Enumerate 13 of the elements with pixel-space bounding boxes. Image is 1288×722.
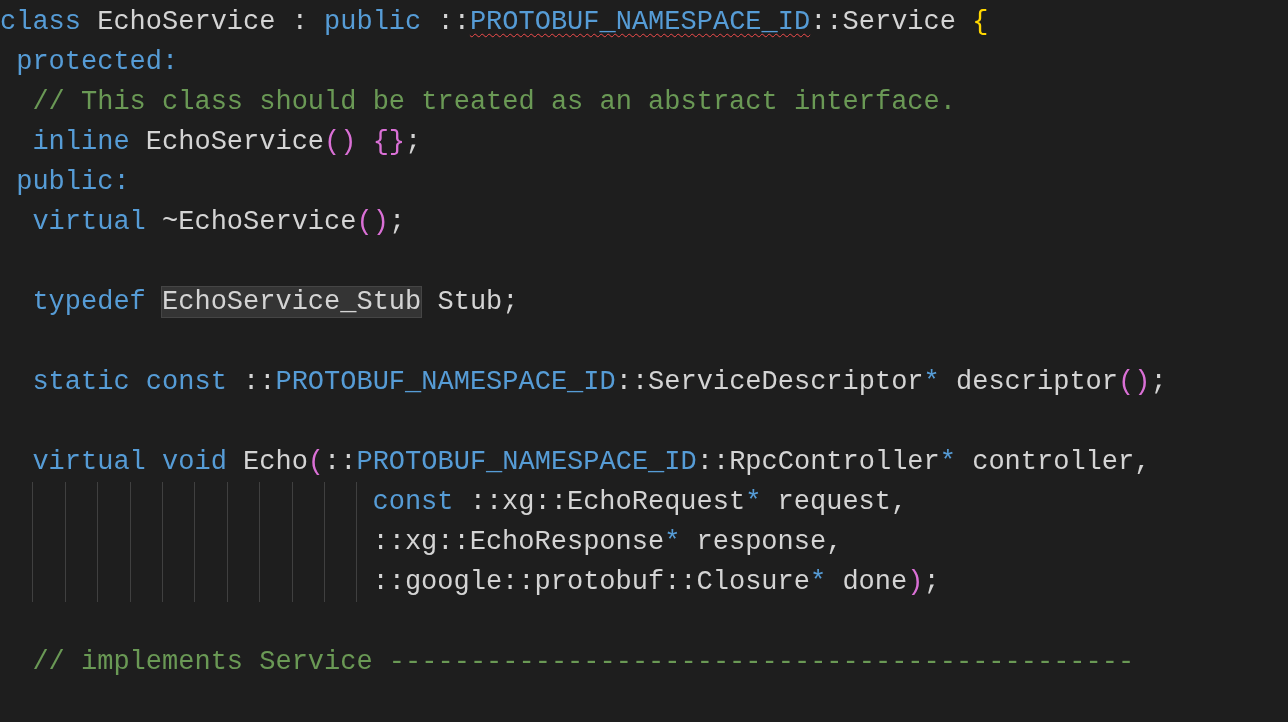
code-line: // implements Service ----------------------------------------------	[31, 646, 1135, 679]
code-line: typedef EchoService_Stub Stub;	[31, 286, 519, 319]
code-line: class EchoService : public ::PROTOBUF_NAMESPACE_ID::Service {	[0, 6, 989, 39]
code-line: public:	[15, 166, 130, 199]
code-line: // This class should be treated as an abstract interface.	[31, 86, 956, 119]
code-line: const ::xg::EchoRequest* request,	[372, 486, 908, 519]
code-line: protected:	[15, 46, 179, 79]
code-line: virtual ~EchoService();	[31, 206, 406, 239]
code-line: static const ::PROTOBUF_NAMESPACE_ID::ServiceDescriptor* descriptor();	[31, 366, 1167, 399]
code-line: virtual void Echo(::PROTOBUF_NAMESPACE_ID::RpcController* controller,	[31, 446, 1151, 479]
code-line: inline EchoService() {};	[31, 126, 422, 159]
code-line: ::xg::EchoResponse* response,	[372, 526, 843, 559]
code-line: ::google::protobuf::Closure* done);	[372, 566, 940, 599]
